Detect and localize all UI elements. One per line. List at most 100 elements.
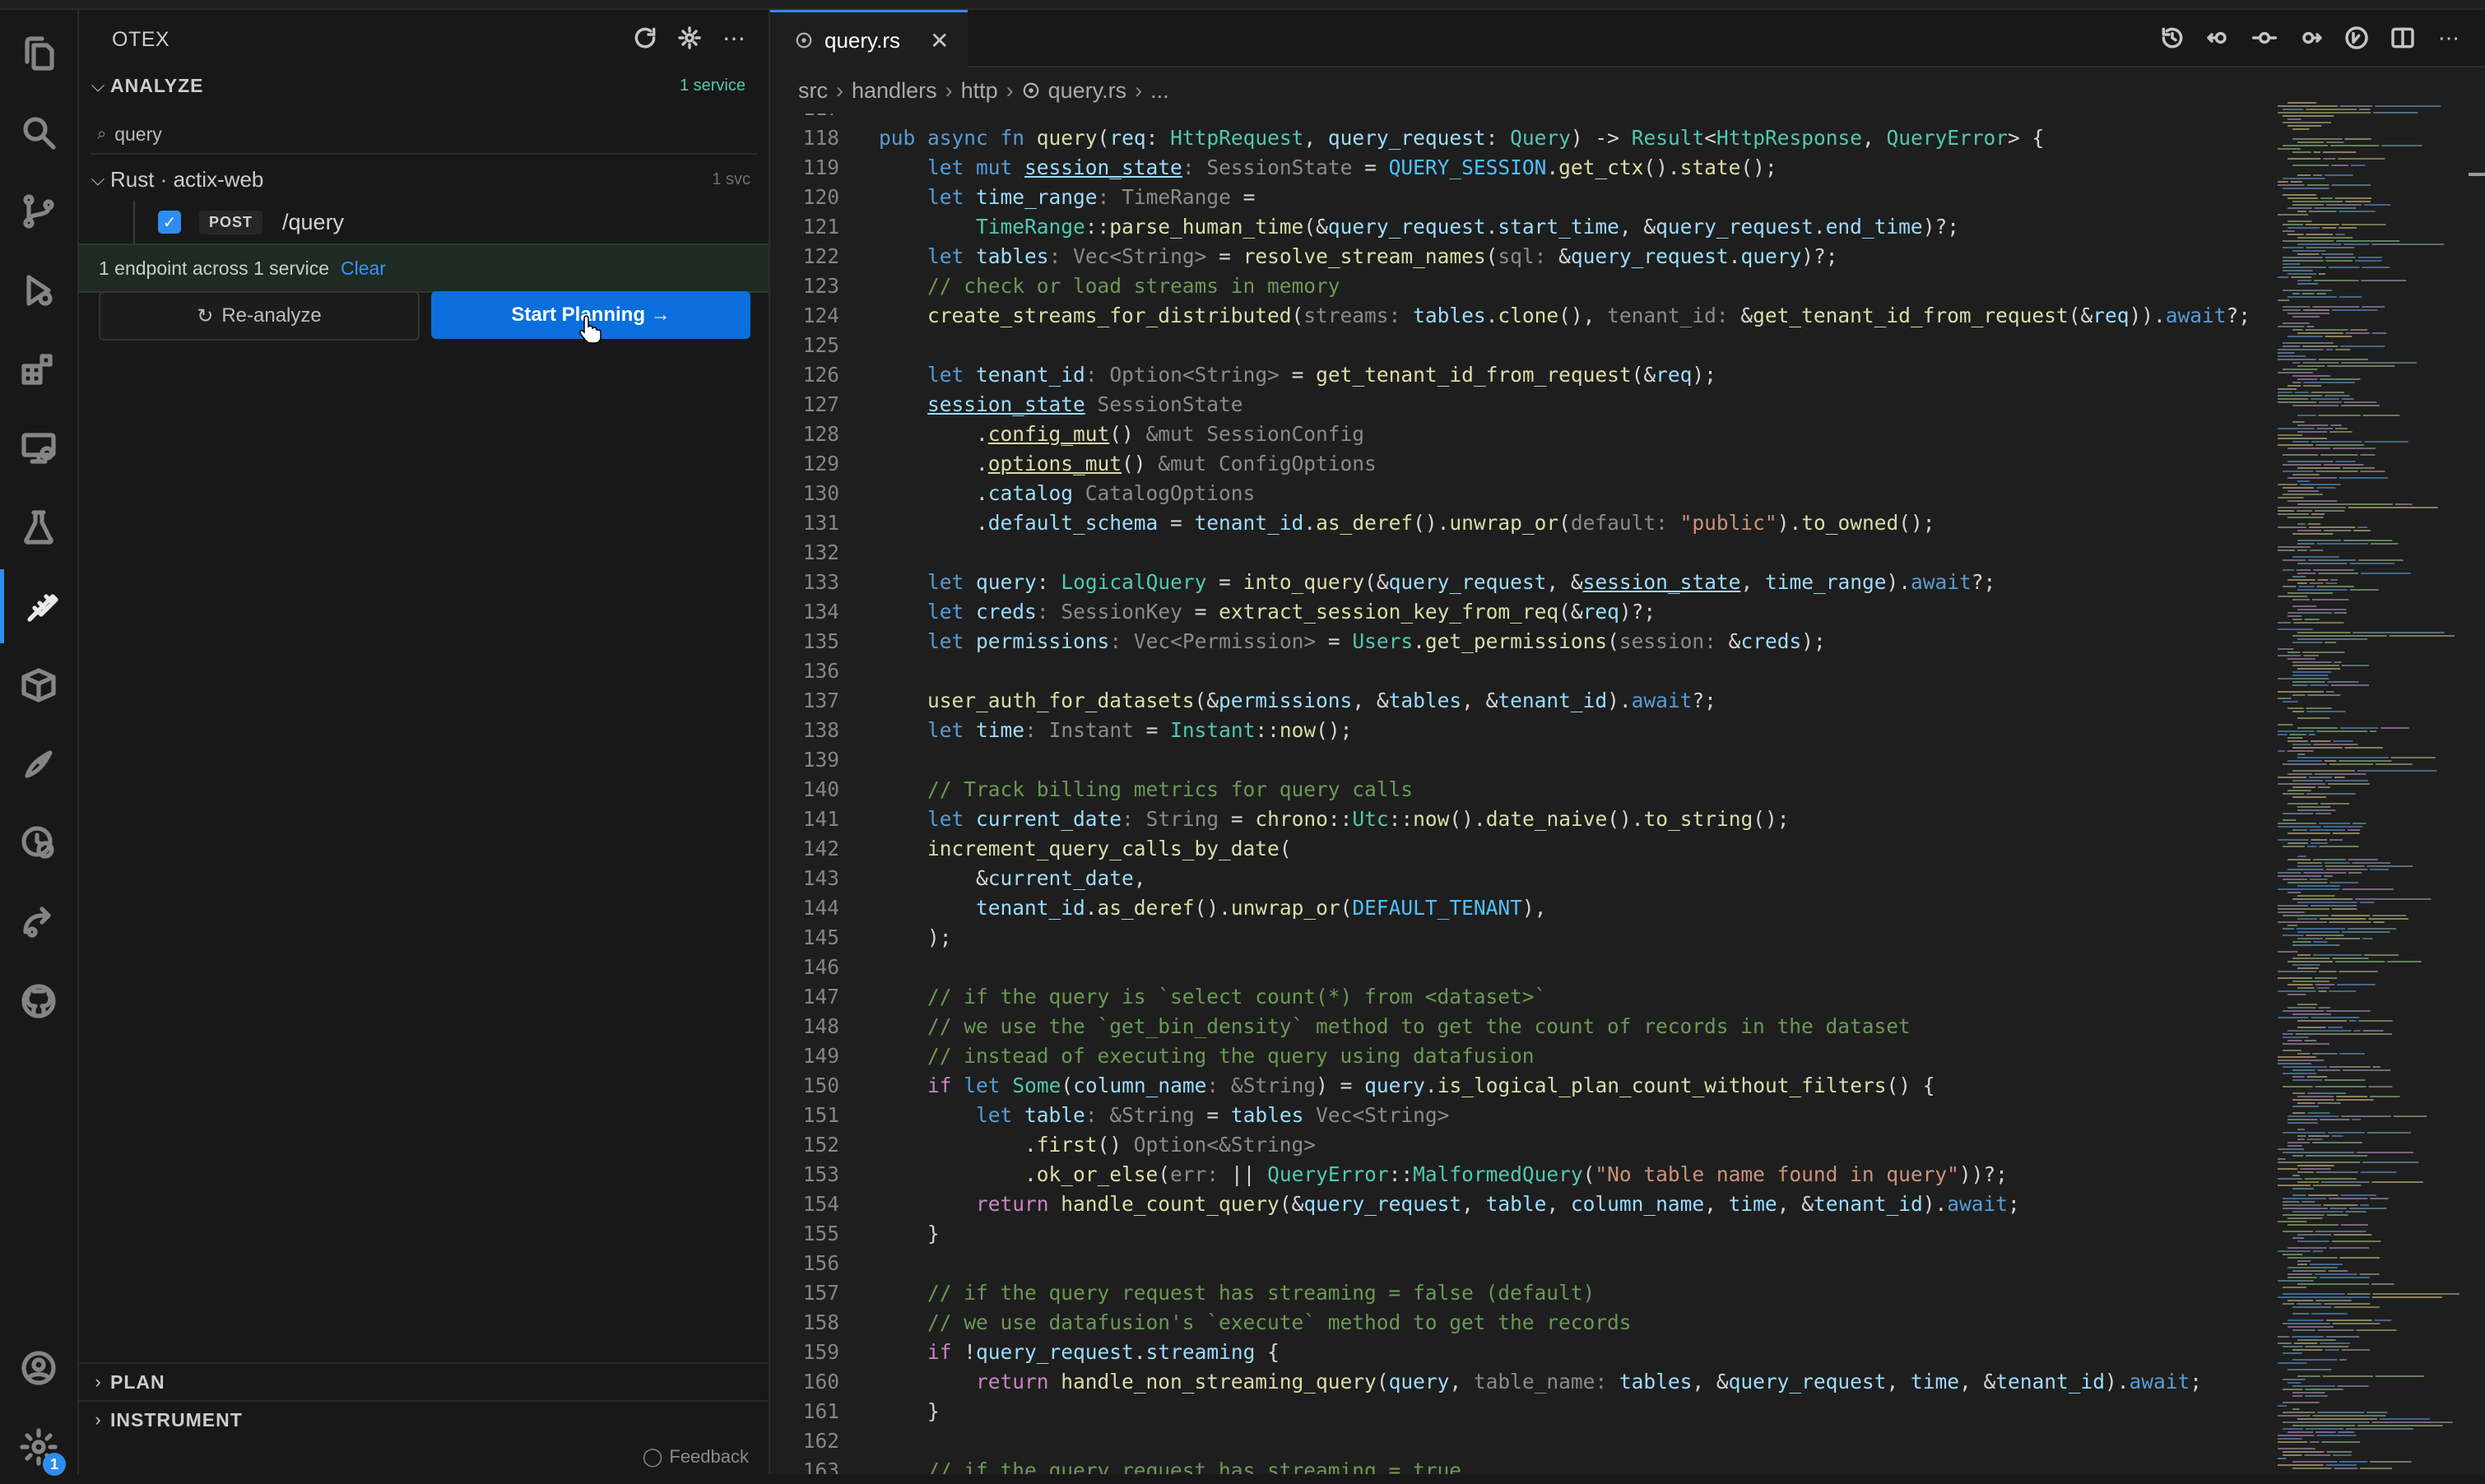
code-line: 141 let current_date: String = chrono::U… <box>802 807 1790 831</box>
re-analyze-label: Re-analyze <box>221 304 322 327</box>
code-line: 150 if let Some(column_name: &String) = … <box>802 1074 1935 1097</box>
chat-bubble-icon: ◯ <box>642 1446 663 1467</box>
re-analyze-button[interactable]: ↻ Re-analyze <box>99 291 420 341</box>
rust-file-icon <box>1023 82 1038 99</box>
rust-file-icon <box>796 32 812 49</box>
code-line: 131 .default_schema = tenant_id.as_deref… <box>802 511 1935 535</box>
source-control-icon[interactable] <box>0 174 77 248</box>
code-line: 123 // check or load streams in memory <box>802 274 1340 298</box>
split-editor-icon[interactable] <box>2388 23 2418 53</box>
go-forward-icon[interactable] <box>2296 23 2325 53</box>
code-line: 133 let query: LogicalQuery = into_query… <box>802 570 1996 594</box>
breadcrumb-item[interactable]: src <box>798 78 828 104</box>
search-icon[interactable] <box>0 95 77 169</box>
breadcrumb-item[interactable]: ... <box>1150 78 1169 104</box>
http-method-badge: POST <box>199 210 263 234</box>
sidebar-title: OTEX <box>112 28 170 51</box>
code-line: 142 increment_query_calls_by_date( <box>802 837 1292 860</box>
github-icon[interactable] <box>0 964 77 1038</box>
feedback-label: Feedback <box>669 1446 749 1467</box>
code-line: 143 &current_date, <box>802 866 1146 890</box>
code-line: 135 let permissions: Vec<Permission> = U… <box>802 629 1826 653</box>
code-line: 162 <box>802 1429 839 1453</box>
code-line: 163 // if the query request has streamin… <box>802 1458 1462 1474</box>
editor-area: query.rs ✕ ⋯ src › handlers › http › que… <box>770 10 2485 1474</box>
breadcrumb-item[interactable]: handlers <box>852 78 937 104</box>
code-line: 129 .options_mut() &mut ConfigOptions <box>802 452 1377 475</box>
account-icon[interactable] <box>0 1331 77 1405</box>
open-changes-icon[interactable] <box>2342 23 2371 53</box>
refresh-icon[interactable] <box>630 23 660 53</box>
title-bar-strip <box>0 0 2485 10</box>
code-line: 128 .config_mut() &mut SessionConfig <box>802 422 1365 446</box>
plan-label: PLAN <box>110 1370 165 1393</box>
code-line: 120 let time_range: TimeRange = <box>802 185 1256 209</box>
breadcrumb-item[interactable]: http <box>961 78 998 104</box>
endpoint-checkbox[interactable]: ✓ <box>158 211 181 234</box>
code-line: 144 tenant_id.as_deref().unwrap_or(DEFAU… <box>802 896 1547 920</box>
endpoint-filter-input[interactable]: ⌕ query <box>91 115 757 155</box>
deploy-icon[interactable] <box>0 727 77 801</box>
instrument-label: INSTRUMENT <box>110 1408 243 1431</box>
breadcrumb-item[interactable]: query.rs <box>1048 78 1127 104</box>
code-line: 145 ); <box>802 925 952 949</box>
share-icon[interactable] <box>0 885 77 959</box>
endpoint-row[interactable]: ✓ POST /query <box>133 201 770 243</box>
testing-icon[interactable] <box>0 490 77 564</box>
code-line: 158 // we use datafusion's `execute` met… <box>802 1310 1632 1334</box>
code-line: 153 .ok_or_else(err: || QueryError::Malf… <box>802 1162 2008 1186</box>
instrument-section-header[interactable]: › INSTRUMENT <box>79 1400 769 1438</box>
minimap[interactable] <box>2273 99 2478 1474</box>
plan-section-header[interactable]: › PLAN <box>79 1362 769 1400</box>
code-line: 121 TimeRange::parse_human_time(&query_r… <box>802 215 1959 239</box>
activity-bar: 1 <box>0 10 81 1476</box>
gear-icon[interactable] <box>675 23 704 53</box>
code-line: 139 <box>802 748 839 772</box>
tab-label: query.rs <box>824 27 900 53</box>
commit-icon[interactable] <box>2250 23 2279 53</box>
editor-tab-bar: query.rs ✕ ⋯ <box>770 10 2485 68</box>
explorer-icon[interactable] <box>0 16 77 90</box>
code-line: 117 <box>770 114 2251 123</box>
code-line: 136 <box>802 659 839 683</box>
pointer-cursor-icon <box>579 315 602 344</box>
settings-icon[interactable]: 1 <box>0 1410 77 1484</box>
history-icon[interactable] <box>2158 23 2187 53</box>
remote-explorer-icon[interactable] <box>0 411 77 485</box>
extensions-icon[interactable] <box>0 332 77 406</box>
filter-value: query <box>114 123 162 145</box>
code-line: 137 user_auth_for_datasets(&permissions,… <box>802 689 1716 712</box>
feedback-link[interactable]: ◯ Feedback <box>643 1446 749 1468</box>
editor-actions: ⋯ <box>2158 23 2464 53</box>
service-count: 1 service <box>679 76 746 95</box>
endpoint-path: /query <box>282 209 345 234</box>
code-line: 160 return handle_non_streaming_query(qu… <box>802 1370 2203 1394</box>
code-line: 154 return handle_count_query(&query_req… <box>802 1192 2020 1216</box>
chevron-right-icon: › <box>95 1409 101 1430</box>
otex-icon[interactable] <box>0 569 81 643</box>
containers-icon[interactable] <box>0 648 77 722</box>
more-actions-icon[interactable]: ⋯ <box>2434 23 2464 53</box>
refresh-icon: ↻ <box>197 304 214 327</box>
clear-selection-link[interactable]: Clear <box>341 257 386 280</box>
close-icon[interactable]: ✕ <box>930 27 949 54</box>
chevron-right-icon: › <box>95 1371 101 1392</box>
timeline-icon[interactable] <box>0 806 77 880</box>
sidebar-toolbar: ⋯ <box>630 23 749 53</box>
code-line: 126 let tenant_id: Option<String> = get_… <box>802 363 1716 387</box>
code-line: 138 let time: Instant = Instant::now(); <box>802 718 1353 742</box>
code-line: 156 <box>802 1251 839 1275</box>
more-actions-icon[interactable]: ⋯ <box>719 23 749 53</box>
run-debug-icon[interactable] <box>0 253 77 327</box>
service-group-row[interactable]: ⌵ Rust · actix-web 1 svc <box>79 160 769 199</box>
tab-query-rs[interactable]: query.rs ✕ <box>770 10 968 68</box>
code-line: 132 <box>802 540 839 564</box>
code-line: 124 create_streams_for_distributed(strea… <box>802 304 2251 327</box>
code-line: 140 // Track billing metrics for query c… <box>802 777 1414 801</box>
code-line: 134 let creds: SessionKey = extract_sess… <box>802 600 1656 624</box>
otex-sidebar: OTEX ⋯ ⌵ ANALYZE 1 service ⌕ query ⌵ Rus… <box>79 10 770 1474</box>
go-back-icon[interactable] <box>2204 23 2233 53</box>
analyze-section-header[interactable]: ⌵ ANALYZE 1 service <box>79 66 769 105</box>
code-editor[interactable]: 117 118pub async fn query(req: HttpReque… <box>770 114 2251 1474</box>
scrollbar-marker[interactable] <box>2469 173 2485 176</box>
